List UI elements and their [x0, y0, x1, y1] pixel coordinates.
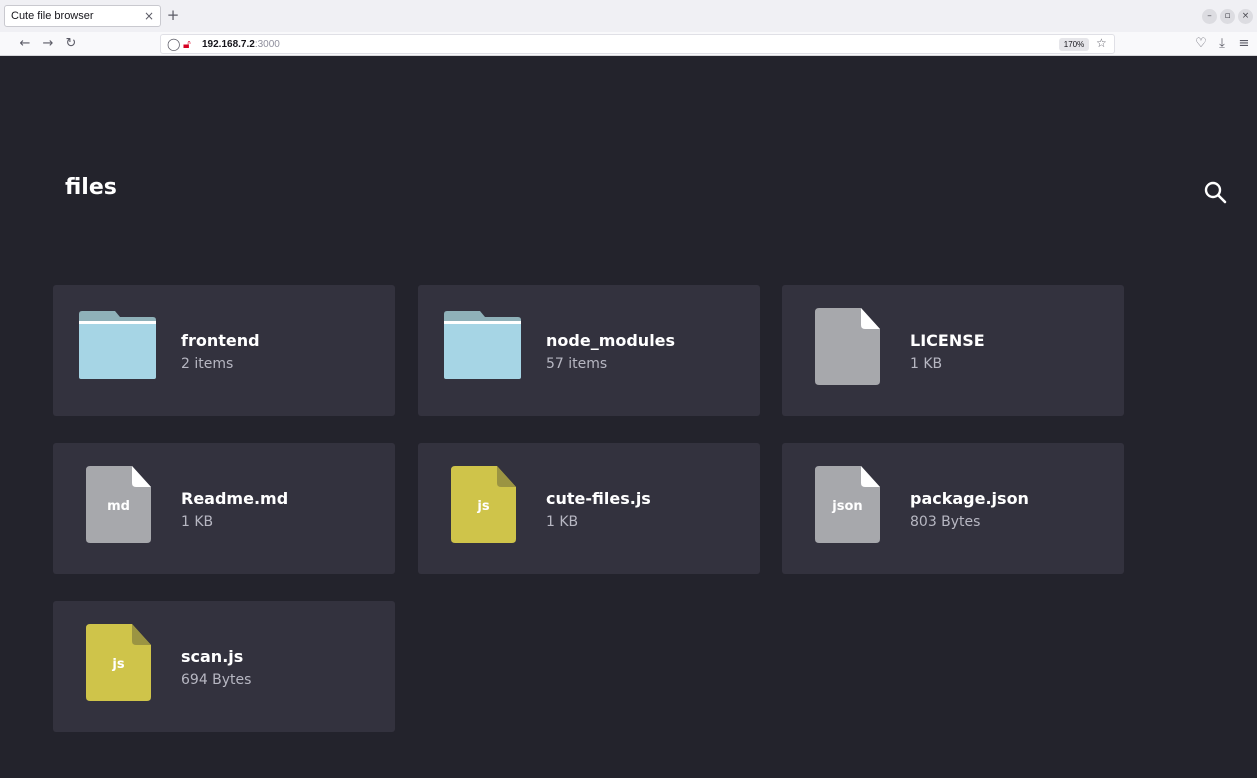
- item-meta: 803 Bytes: [910, 514, 981, 530]
- search-icon[interactable]: [1203, 180, 1229, 206]
- tab-title: Cute file browser: [11, 10, 94, 22]
- file-card[interactable]: js scan.js 694 Bytes: [53, 601, 395, 732]
- item-meta: 57 items: [546, 356, 608, 372]
- restore-icon[interactable]: ▫: [1220, 9, 1235, 24]
- close-window-icon[interactable]: ×: [1238, 9, 1253, 24]
- shield-icon[interactable]: ◯: [167, 37, 180, 51]
- file-extension: md: [107, 499, 130, 514]
- url-port: :3000: [254, 39, 280, 50]
- url-text[interactable]: 192.168.7.2:3000: [202, 39, 280, 50]
- item-meta: 1 KB: [181, 514, 214, 530]
- item-meta: 1 KB: [546, 514, 579, 530]
- page-title: files: [65, 175, 117, 200]
- item-name: node_modules: [546, 331, 676, 350]
- item-name: LICENSE: [910, 331, 985, 350]
- reload-icon[interactable]: ↻: [62, 35, 80, 53]
- url-host: 192.168.7.2: [202, 39, 255, 50]
- pocket-icon[interactable]: ♡: [1192, 35, 1210, 53]
- insecure-lock-icon[interactable]: 🔓︎: [183, 37, 191, 52]
- file-card[interactable]: LICENSE 1 KB: [782, 285, 1124, 416]
- item-name: package.json: [910, 489, 1029, 508]
- back-icon[interactable]: ←: [16, 35, 34, 53]
- item-name: Readme.md: [181, 489, 289, 508]
- item-name: scan.js: [181, 647, 244, 666]
- javascript-file-icon: js: [451, 466, 516, 543]
- item-name: frontend: [181, 331, 260, 350]
- download-icon[interactable]: ⤓: [1213, 35, 1231, 53]
- file-browser-page: files frontend 2 items node_modules 57 i…: [10, 57, 1257, 778]
- item-meta: 694 Bytes: [181, 672, 252, 688]
- url-bar[interactable]: ◯ 🔓︎ 192.168.7.2:3000 170% ☆: [160, 34, 1115, 54]
- file-extension: js: [477, 499, 490, 514]
- bookmark-star-icon[interactable]: ☆: [1096, 36, 1107, 50]
- nav-bar: ← → ↻ ◯ 🔓︎ 192.168.7.2:3000 170% ☆ ♡ ⤓ ≡: [0, 32, 1257, 56]
- minimize-icon[interactable]: –: [1202, 9, 1217, 24]
- markdown-file-icon: md: [86, 466, 151, 543]
- json-file-icon: json: [815, 466, 880, 543]
- forward-icon[interactable]: →: [39, 35, 57, 53]
- item-meta: 1 KB: [910, 356, 943, 372]
- javascript-file-icon: js: [86, 624, 151, 701]
- item-name: cute-files.js: [546, 489, 651, 508]
- tab-bar: Cute file browser × + – ▫ ×: [0, 0, 1257, 32]
- zoom-level[interactable]: 170%: [1059, 38, 1089, 51]
- folder-icon: [79, 311, 156, 379]
- file-extension: json: [832, 499, 863, 514]
- file-card[interactable]: json package.json 803 Bytes: [782, 443, 1124, 574]
- file-card[interactable]: md Readme.md 1 KB: [53, 443, 395, 574]
- browser-tab[interactable]: Cute file browser ×: [4, 5, 161, 27]
- new-tab-button[interactable]: +: [164, 6, 182, 24]
- item-meta: 2 items: [181, 356, 234, 372]
- file-icon: [815, 308, 880, 385]
- menu-icon[interactable]: ≡: [1235, 35, 1253, 53]
- file-extension: js: [112, 657, 125, 672]
- tab-close-icon[interactable]: ×: [144, 9, 154, 23]
- folder-icon: [444, 311, 521, 379]
- file-card[interactable]: js cute-files.js 1 KB: [418, 443, 760, 574]
- file-card[interactable]: frontend 2 items: [53, 285, 395, 416]
- file-card[interactable]: node_modules 57 items: [418, 285, 760, 416]
